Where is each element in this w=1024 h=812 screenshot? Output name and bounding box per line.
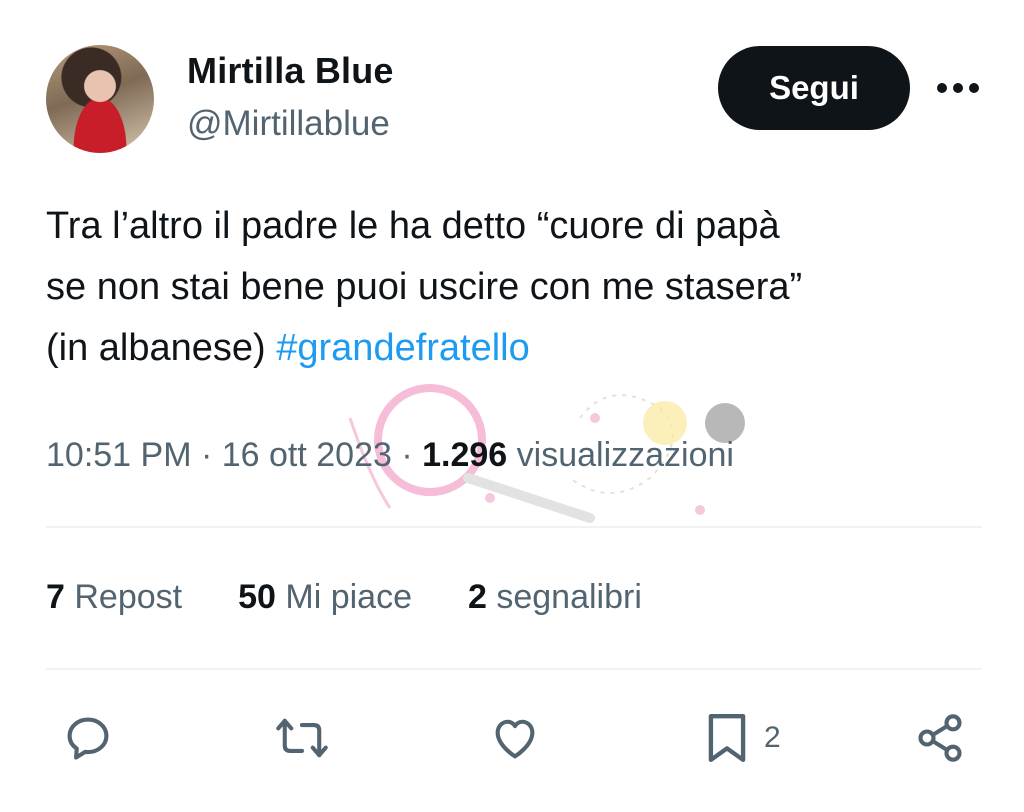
meta-separator: · <box>391 436 423 474</box>
reposts-label: Repost <box>64 578 183 616</box>
like-button[interactable] <box>488 710 542 766</box>
repost-icon <box>276 718 328 758</box>
tweet-header: Mirtilla Blue @Mirtillablue Segui <box>0 0 1024 170</box>
divider <box>46 526 982 528</box>
bookmark-count: 2 <box>764 721 781 754</box>
bookmarks-label: segnalibri <box>486 578 642 616</box>
meta-separator: · <box>191 436 222 474</box>
views-label: visualizzazioni <box>507 436 734 474</box>
avatar[interactable] <box>46 45 154 153</box>
repost-button[interactable] <box>274 710 330 766</box>
share-button[interactable] <box>914 710 966 766</box>
author-name[interactable]: Mirtilla Blue <box>187 50 394 92</box>
divider <box>46 668 982 670</box>
share-icon <box>918 714 962 762</box>
hashtag-link[interactable]: #grandefratello <box>276 327 530 369</box>
tweet-meta: 10:51 PM · 16 ott 2023 · 1.296 visualizz… <box>46 436 734 475</box>
action-bar: 2 <box>0 700 1024 780</box>
more-options-button[interactable] <box>932 68 984 108</box>
likes-label: Mi piace <box>275 578 412 616</box>
tweet-stats: 7 Repost 50 Mi piace 2 segnalibri <box>46 578 642 617</box>
bookmarks-stat[interactable]: 2 segnalibri <box>468 578 642 617</box>
bookmarks-count: 2 <box>468 578 487 616</box>
author-handle[interactable]: @Mirtillablue <box>187 104 390 144</box>
bookmark-button[interactable]: 2 <box>704 710 781 766</box>
reply-button[interactable] <box>62 710 114 766</box>
more-horizontal-icon <box>937 83 979 93</box>
tweet-time[interactable]: 10:51 PM <box>46 436 192 474</box>
reposts-count: 7 <box>46 578 65 616</box>
follow-button[interactable]: Segui <box>718 46 910 130</box>
likes-stat[interactable]: 50 Mi piace <box>238 578 412 617</box>
likes-count: 50 <box>238 578 276 616</box>
tweet-text: Tra l’altro il padre le ha detto “cuore … <box>46 196 996 379</box>
reply-icon <box>67 717 109 760</box>
bookmark-icon <box>708 713 746 763</box>
tweet-date[interactable]: 16 ott 2023 <box>222 436 392 474</box>
views-count: 1.296 <box>422 436 508 474</box>
reposts-stat[interactable]: 7 Repost <box>46 578 182 617</box>
heart-icon <box>495 719 535 759</box>
